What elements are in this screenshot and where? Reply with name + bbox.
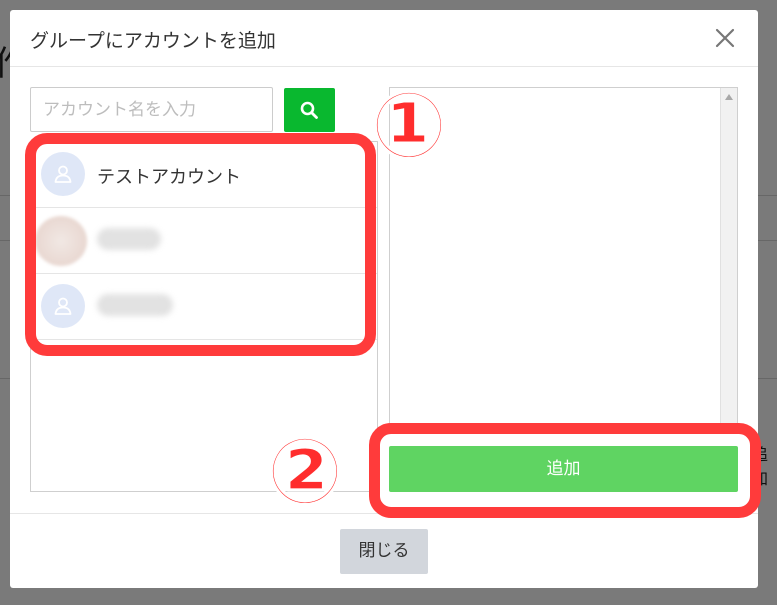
annotation-marker-2: ②	[265, 418, 346, 525]
search-button[interactable]	[284, 88, 335, 132]
close-dialog-button[interactable]: 閉じる	[340, 529, 428, 574]
scrollbar[interactable]	[720, 88, 737, 429]
close-icon	[715, 28, 735, 48]
dialog-title: グループにアカウントを追加	[30, 30, 276, 52]
annotation-frame-add-button	[369, 423, 761, 518]
scroll-up-arrow-icon[interactable]	[725, 94, 733, 100]
account-search-input[interactable]	[30, 87, 273, 132]
search-icon	[300, 101, 318, 119]
dialog-header: グループにアカウントを追加	[10, 10, 758, 67]
annotation-frame-account-list	[25, 133, 376, 356]
close-button[interactable]	[713, 26, 737, 50]
annotation-marker-1: ①	[369, 72, 450, 179]
